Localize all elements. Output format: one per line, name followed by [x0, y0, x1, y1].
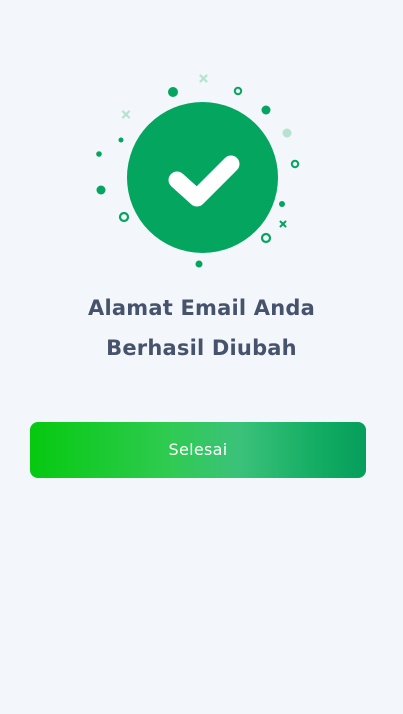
check-circle-icon	[127, 102, 278, 253]
success-title-line-1: Alamat Email Anda	[88, 296, 315, 320]
success-illustration	[0, 0, 403, 280]
success-screen: Alamat Email Anda Berhasil Diubah Selesa…	[0, 0, 403, 714]
done-button[interactable]: Selesai	[30, 422, 366, 478]
success-title: Alamat Email Anda Berhasil Diubah	[20, 288, 383, 368]
success-title-line-2: Berhasil Diubah	[106, 336, 297, 360]
